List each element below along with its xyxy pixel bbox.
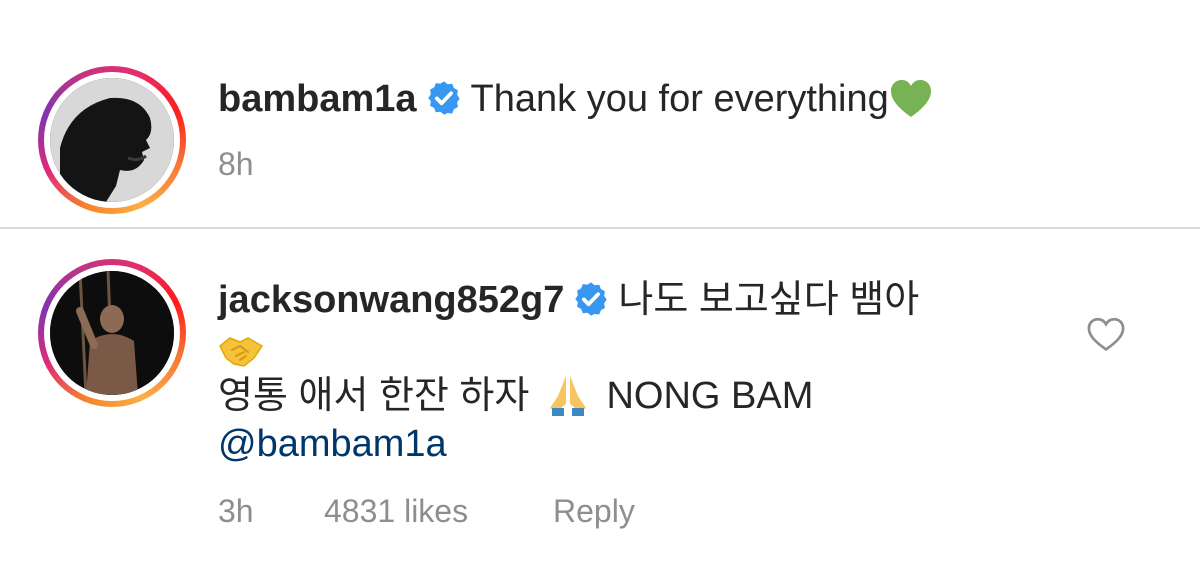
reply-button[interactable]: Reply bbox=[553, 493, 635, 530]
comment-text: Thank you for everything bbox=[470, 78, 889, 120]
comment-text-line1: 나도 보고싶다 뱀아 bbox=[618, 279, 920, 321]
mention-link[interactable]: @bambam1a bbox=[218, 423, 447, 465]
comment-username[interactable]: bambam1a bbox=[218, 78, 417, 120]
comment-jacksonwang852g7: jacksonwang852g7 나도 보고싶다 뱀아 영통 애서 한잔 하자 N… bbox=[0, 229, 1200, 573]
comment-bambam1a: bambam1a Thank you for everything 8h bbox=[0, 0, 1200, 228]
folded-hands-icon bbox=[548, 374, 588, 427]
like-heart-icon[interactable] bbox=[1086, 317, 1126, 358]
verified-badge-icon bbox=[572, 280, 610, 329]
comment-timestamp: 3h bbox=[218, 493, 254, 529]
profile-photo bbox=[50, 271, 174, 395]
comment-username[interactable]: jacksonwang852g7 bbox=[218, 279, 564, 321]
comment-text-line3: 영통 애서 한잔 하자 bbox=[218, 375, 530, 417]
comment-timestamp: 8h bbox=[218, 146, 254, 182]
avatar-jacksonwang852g7[interactable] bbox=[38, 259, 186, 407]
profile-photo bbox=[50, 78, 174, 202]
avatar-bambam1a[interactable] bbox=[38, 66, 186, 214]
green-heart-icon bbox=[889, 79, 933, 130]
comment-text-nongbam: NONG BAM bbox=[606, 375, 814, 417]
verified-badge-icon bbox=[425, 79, 463, 128]
likes-count[interactable]: 4831 likes bbox=[324, 493, 468, 530]
